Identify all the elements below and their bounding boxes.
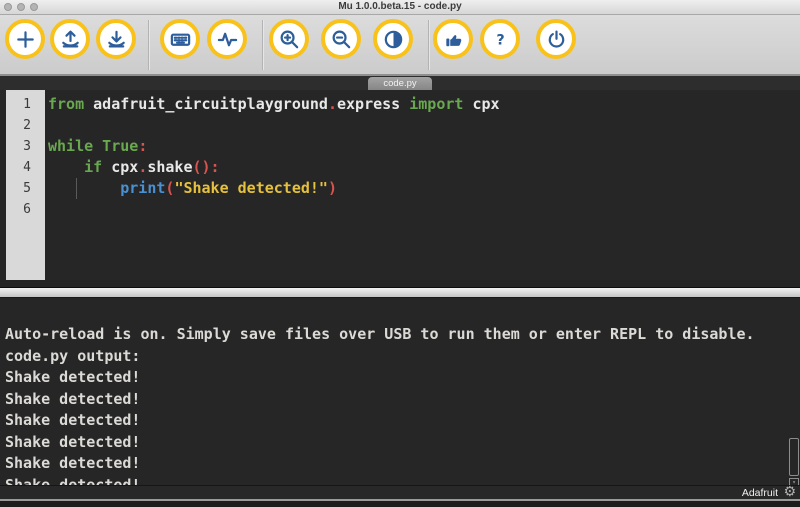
keyboard-icon: [169, 28, 192, 51]
plotter-button[interactable]: [207, 19, 247, 59]
line-number: 2: [6, 115, 45, 136]
serial-console[interactable]: Auto-reload is on. Simply save files ove…: [0, 298, 800, 485]
toolbar-separator: [262, 20, 263, 70]
code-line: if cpx.shake():: [48, 157, 800, 178]
console-output-line: code.py output:: [5, 346, 800, 368]
question-icon: ?: [489, 28, 512, 51]
line-number: 4: [6, 157, 45, 178]
save-button[interactable]: [96, 19, 136, 59]
tab-code-py[interactable]: code.py: [368, 77, 432, 90]
toolbar-separator: [148, 20, 149, 70]
mu-editor-window: Mu 1.0.0.beta.15 - code.py ? code.py 123…: [0, 0, 800, 507]
code-line: [48, 199, 800, 220]
line-number: 1: [6, 94, 45, 115]
gear-icon[interactable]: ⚙: [783, 484, 796, 500]
console-output-line: Shake detected!: [5, 367, 800, 389]
thumbs-up-icon: [442, 28, 465, 51]
console-output-line: Auto-reload is on. Simply save files ove…: [5, 324, 800, 346]
code-line: from adafruit_circuitplayground.express …: [48, 94, 800, 115]
line-number: 5: [6, 178, 45, 199]
pulse-icon: [216, 28, 239, 51]
zoom-in-button[interactable]: [269, 19, 309, 59]
quit-button[interactable]: [536, 19, 576, 59]
indent-guide: [76, 178, 77, 199]
new-button[interactable]: [5, 19, 45, 59]
console-scrollbar[interactable]: ▾ ▾: [789, 438, 799, 485]
console-output-line: Shake detected!: [5, 432, 800, 454]
toolbar: ?: [0, 15, 800, 76]
load-button[interactable]: [50, 19, 90, 59]
status-bar: Adafruit ⚙: [0, 485, 800, 500]
console-output-line: Shake detected!: [5, 453, 800, 475]
theme-button[interactable]: [373, 19, 413, 59]
check-button[interactable]: [433, 19, 473, 59]
code-line: while True:: [48, 136, 800, 157]
zoom-in-icon: [278, 28, 301, 51]
svg-text:?: ?: [496, 32, 504, 48]
scrollbar-thumb[interactable]: [789, 438, 799, 476]
console-output-line: Shake detected!: [5, 389, 800, 411]
download-icon: [105, 28, 128, 51]
zoom-out-button[interactable]: [321, 19, 361, 59]
tab-bar: code.py: [0, 76, 800, 90]
code-editor: 123456 from adafruit_circuitplayground.e…: [0, 90, 800, 287]
power-icon: [545, 28, 568, 51]
toolbar-separator: [428, 20, 429, 70]
console-output-line: Shake detected!: [5, 475, 800, 486]
plus-icon: [14, 28, 37, 51]
code-text-area[interactable]: from adafruit_circuitplayground.express …: [45, 90, 800, 287]
zoom-out-icon: [330, 28, 353, 51]
code-line: [48, 115, 800, 136]
titlebar: Mu 1.0.0.beta.15 - code.py: [0, 0, 800, 15]
line-number: 3: [6, 136, 45, 157]
console-output-line: Shake detected!: [5, 410, 800, 432]
code-line: print("Shake detected!"): [48, 178, 800, 199]
line-number: 6: [6, 199, 45, 220]
upload-icon: [59, 28, 82, 51]
contrast-icon: [382, 28, 405, 51]
mode-indicator: Adafruit: [742, 487, 778, 499]
window-shadow-strip: [0, 501, 800, 507]
line-number-gutter: 123456: [6, 90, 45, 280]
repl-button[interactable]: [160, 19, 200, 59]
window-title: Mu 1.0.0.beta.15 - code.py: [0, 1, 800, 12]
help-button[interactable]: ?: [480, 19, 520, 59]
pane-splitter-handle[interactable]: [0, 287, 800, 298]
